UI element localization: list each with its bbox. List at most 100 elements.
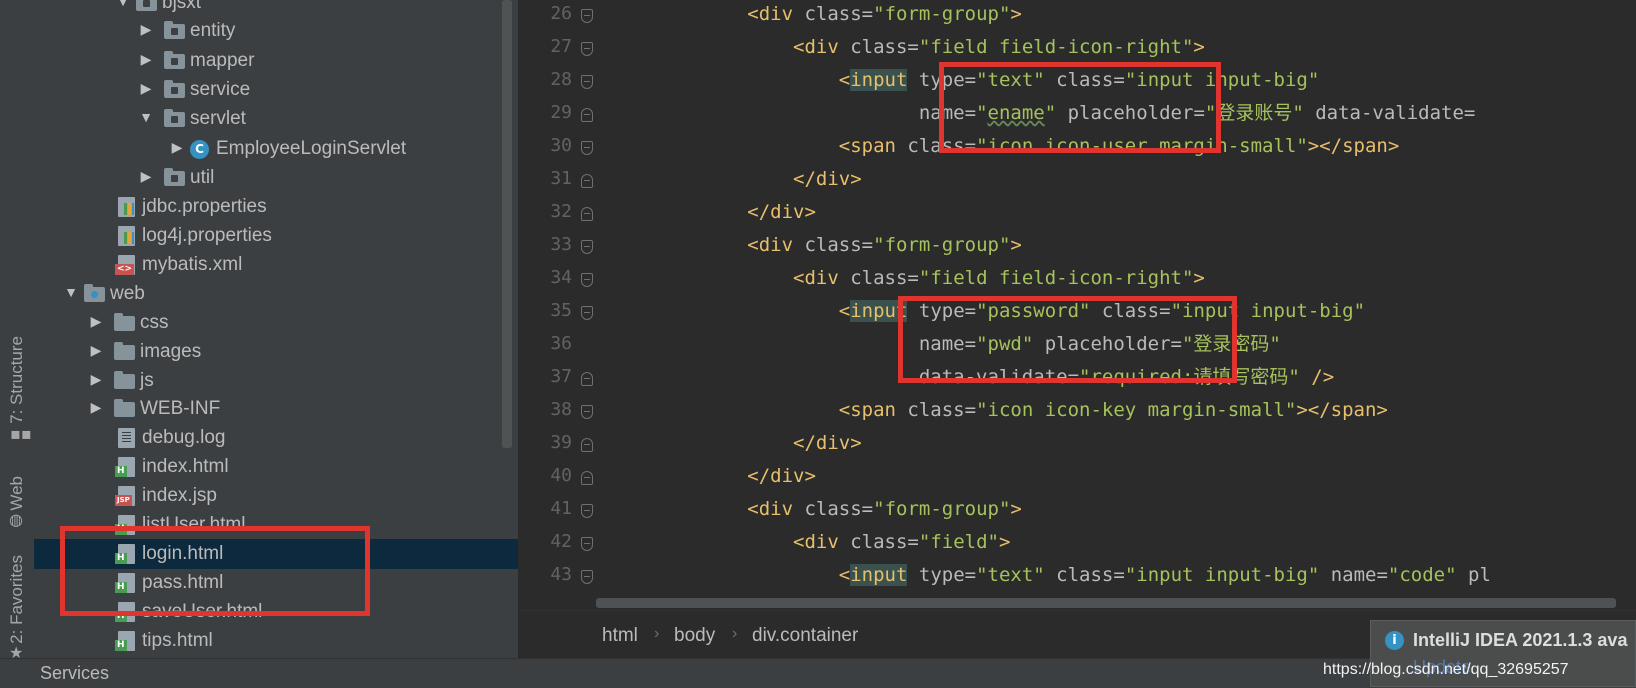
tree-item-label: service	[190, 79, 251, 100]
tree-item-util[interactable]: ▶ util	[34, 163, 518, 193]
web-tab-label: Web	[7, 475, 26, 511]
fold-start-icon[interactable]	[581, 42, 593, 56]
fold-end-icon[interactable]	[581, 174, 593, 188]
line-number: 38	[550, 399, 572, 420]
notification-title: IntelliJ IDEA 2021.1.3 ava	[1413, 630, 1628, 650]
fold-start-icon[interactable]	[581, 306, 593, 320]
collapsed-arrow-icon[interactable]: ▶	[139, 51, 153, 68]
code-line[interactable]: <span class="icon icon-key margin-small"…	[610, 396, 1388, 424]
fold-end-icon[interactable]	[581, 438, 593, 452]
collapsed-arrow-icon[interactable]: ▶	[89, 342, 103, 359]
code-line[interactable]: <div class="form-group">	[610, 495, 1022, 523]
line-number: 35	[550, 300, 572, 321]
html-file-icon: H	[115, 602, 138, 622]
fold-end-icon[interactable]	[581, 372, 593, 386]
collapsed-arrow-icon[interactable]: ▶	[139, 21, 153, 38]
tree-item-employeeloginservlet[interactable]: ▶ C EmployeeLoginServlet	[34, 134, 518, 164]
code-line[interactable]: <div class="form-group">	[610, 0, 1022, 28]
tree-item-listuser-html[interactable]: HlistUser.html	[34, 510, 518, 540]
collapsed-arrow-icon[interactable]: ▶	[170, 139, 184, 156]
tree-item-label: entity	[190, 20, 236, 41]
horizontal-scrollbar[interactable]	[596, 598, 1616, 608]
tree-item-label: bjsxt	[162, 0, 202, 13]
code-line[interactable]: <input type="text" class="input input-bi…	[610, 561, 1491, 589]
code-line[interactable]: </div>	[610, 165, 862, 193]
code-editor[interactable]: 26 27 28 29 30 31 32 33 34 35 36 37 38 39 40 41 42 43 <di…	[518, 0, 1636, 658]
breadcrumb-body[interactable]: body	[674, 625, 715, 647]
fold-start-icon[interactable]	[581, 273, 593, 287]
fold-start-icon[interactable]	[581, 405, 593, 419]
code-line[interactable]: </div>	[610, 198, 816, 226]
project-scrollbar[interactable]	[502, 0, 512, 448]
fold-end-icon[interactable]	[581, 207, 593, 221]
favorites-tab[interactable]: 2: Favorites ★	[0, 543, 34, 662]
tree-item-mybatis-xml[interactable]: <> mybatis.xml	[34, 250, 518, 280]
tree-item-servlet[interactable]: ▼ servlet	[34, 104, 518, 134]
fold-start-icon[interactable]	[581, 537, 593, 551]
web-folder-icon	[84, 284, 106, 304]
structure-tab-label: 7: Structure	[7, 336, 26, 424]
code-line[interactable]: </div>	[610, 429, 862, 457]
tree-item-js[interactable]: ▶ js	[34, 366, 518, 396]
tree-item-web[interactable]: ▼ web	[34, 279, 518, 309]
structure-tab[interactable]: 7: Structure ▪▪	[0, 320, 34, 443]
line-number: 42	[550, 531, 572, 552]
fold-start-icon[interactable]	[581, 75, 593, 89]
tree-item-mapper[interactable]: ▶ mapper	[34, 46, 518, 76]
package-folder-icon	[136, 0, 158, 13]
fold-end-icon[interactable]	[581, 108, 593, 122]
collapsed-arrow-icon[interactable]: ▶	[89, 399, 103, 416]
tree-item-debug-log[interactable]: debug.log	[34, 423, 518, 453]
tree-item-pass-html[interactable]: Hpass.html	[34, 568, 518, 598]
package-folder-icon	[164, 109, 186, 129]
tree-item-saveuser-html[interactable]: HsaveUser.html	[34, 597, 518, 627]
fold-start-icon[interactable]	[581, 504, 593, 518]
code-line[interactable]: <input type="password" class="input inpu…	[610, 297, 1365, 325]
fold-start-icon[interactable]	[581, 9, 593, 23]
tree-item-label: servlet	[190, 108, 246, 129]
tree-item-jdbc-properties[interactable]: jdbc.properties	[34, 192, 518, 222]
tree-item-entity[interactable]: ▶ entity	[34, 16, 518, 46]
collapsed-arrow-icon[interactable]: ▶	[89, 313, 103, 330]
expanded-arrow-icon[interactable]: ▼	[116, 0, 130, 9]
tree-item-label: mapper	[190, 50, 255, 71]
fold-start-icon[interactable]	[581, 240, 593, 254]
tree-item-index-html[interactable]: Hindex.html	[34, 452, 518, 482]
tree-item-images[interactable]: ▶ images	[34, 337, 518, 367]
expanded-arrow-icon[interactable]: ▼	[139, 109, 153, 125]
web-tab[interactable]: Web ◍	[0, 458, 34, 529]
expanded-arrow-icon[interactable]: ▼	[64, 284, 78, 300]
collapsed-arrow-icon[interactable]: ▶	[89, 371, 103, 388]
line-number: 34	[550, 267, 572, 288]
fold-start-icon[interactable]	[581, 570, 593, 584]
code-line[interactable]: <input type="text" class="input input-bi…	[610, 66, 1319, 94]
jsp-file-icon: JSP	[115, 486, 138, 506]
code-line[interactable]: <div class="form-group">	[610, 231, 1022, 259]
code-line[interactable]: name="pwd" placeholder="登录密码"	[610, 330, 1281, 358]
code-line[interactable]: <div class="field field-icon-right">	[610, 264, 1205, 292]
fold-end-icon[interactable]	[581, 471, 593, 485]
tree-item-index-jsp[interactable]: JSP index.jsp	[34, 481, 518, 511]
code-line[interactable]: data-validate="required:请填写密码" />	[610, 363, 1334, 391]
code-line[interactable]: <span class="icon icon-user margin-small…	[610, 132, 1400, 160]
line-number: 40	[550, 465, 572, 486]
tree-item-tips-html[interactable]: Htips.html	[34, 626, 518, 656]
tree-item-login-html[interactable]: Hlogin.html	[34, 539, 518, 569]
code-line[interactable]: </div>	[610, 462, 816, 490]
tree-item-label: js	[140, 370, 154, 391]
breadcrumb-div-container[interactable]: div.container	[752, 625, 858, 647]
package-folder-icon	[164, 80, 186, 100]
collapsed-arrow-icon[interactable]: ▶	[139, 168, 153, 185]
code-line[interactable]: <div class="field field-icon-right">	[610, 33, 1205, 61]
collapsed-arrow-icon[interactable]: ▶	[139, 80, 153, 97]
breadcrumb-html[interactable]: html	[602, 625, 638, 647]
code-line[interactable]: name="ename" placeholder="登录账号" data-val…	[610, 99, 1476, 127]
tree-item-service[interactable]: ▶ service	[34, 75, 518, 105]
code-line[interactable]: <div class="field">	[610, 528, 1010, 556]
update-notification[interactable]: i IntelliJ IDEA 2021.1.3 ava Update http…	[1323, 620, 1636, 687]
tree-item-css[interactable]: ▶ css	[34, 308, 518, 338]
fold-start-icon[interactable]	[581, 141, 593, 155]
tree-item-log4j-properties[interactable]: log4j.properties	[34, 221, 518, 251]
tree-item-web-inf[interactable]: ▶ WEB-INF	[34, 394, 518, 424]
services-tab[interactable]: Services	[40, 663, 109, 684]
